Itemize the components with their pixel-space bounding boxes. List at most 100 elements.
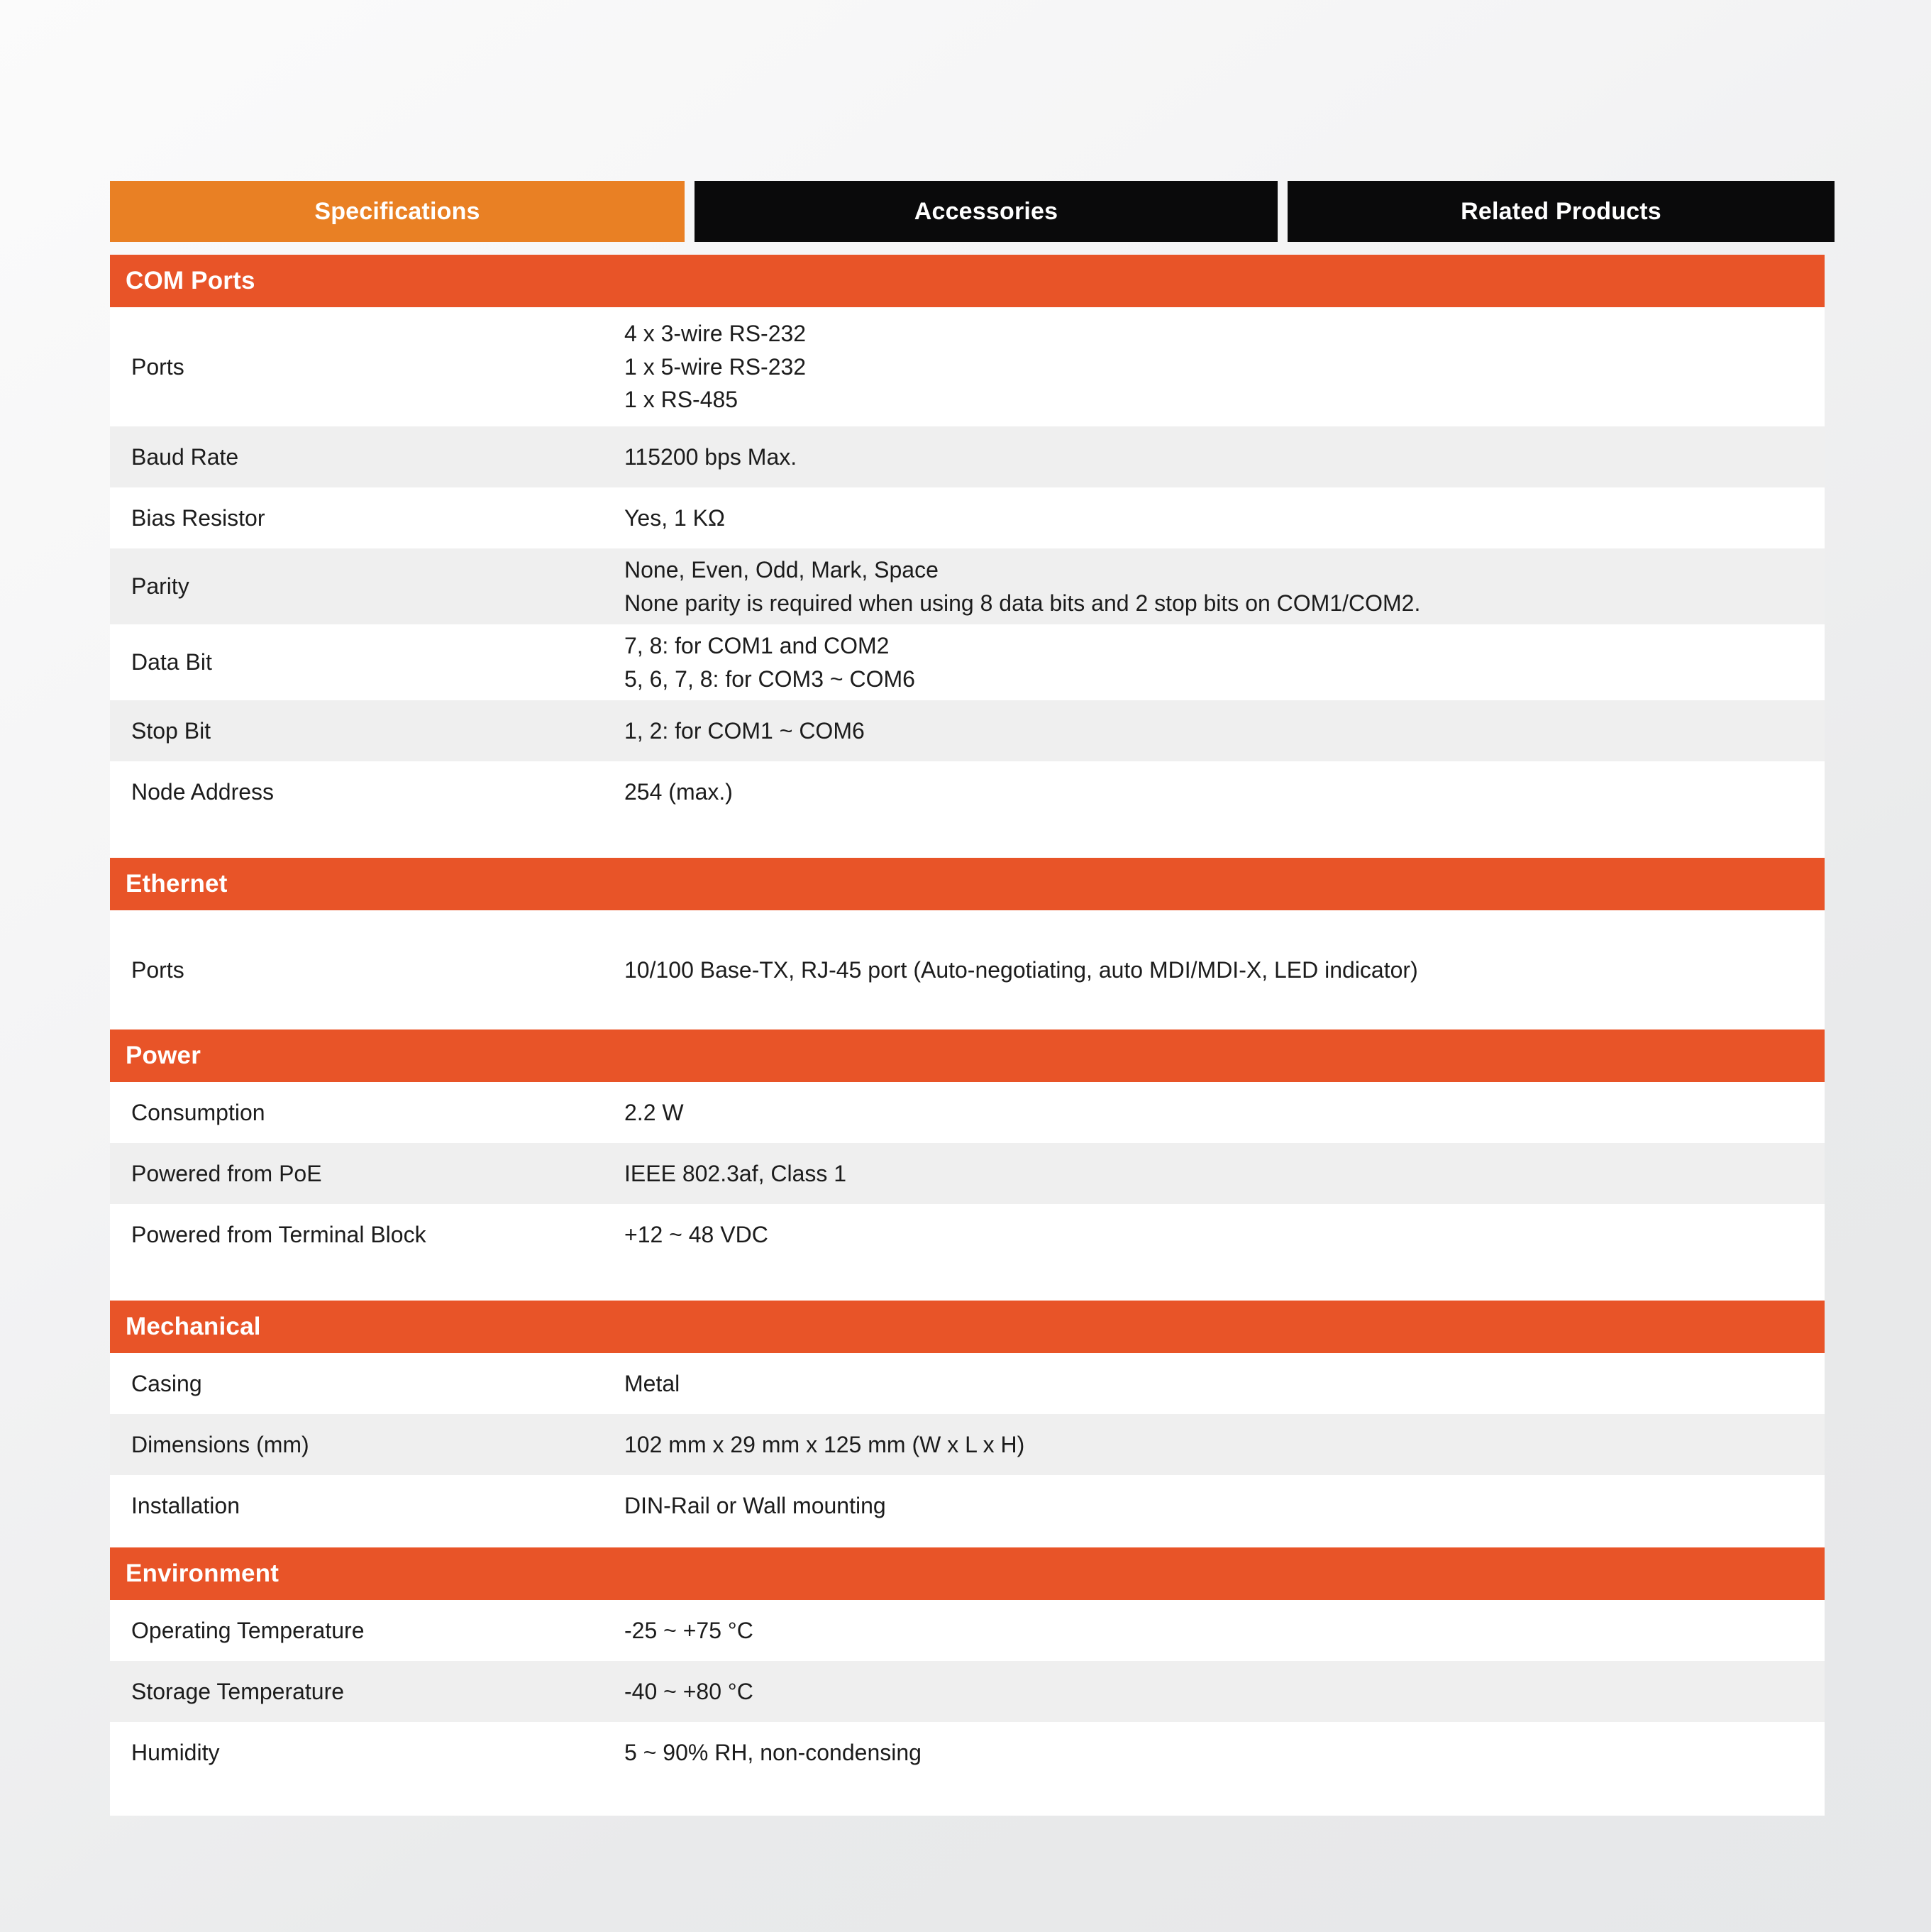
row-value-line: 5, 6, 7, 8: for COM3 ~ COM6: [624, 666, 915, 692]
row-label: Dimensions (mm): [131, 1431, 309, 1457]
row-value-line: 1 x RS-485: [624, 387, 738, 413]
section-title: Ethernet: [126, 870, 228, 898]
section-rows-environment: Operating Temperature -25 ~ +75 °C Stora…: [110, 1600, 1825, 1816]
row-value-line: 5 ~ 90% RH, non-condensing: [624, 1739, 922, 1765]
section-spacer: [110, 1265, 1825, 1301]
row-label: Consumption: [131, 1099, 265, 1125]
table-row: Humidity 5 ~ 90% RH, non-condensing: [110, 1722, 1825, 1783]
row-value-line: 4 x 3-wire RS-232: [624, 320, 807, 346]
row-value-line: -40 ~ +80 °C: [624, 1678, 753, 1704]
section-spacer: [110, 822, 1825, 858]
tab-accessories-label: Accessories: [914, 197, 1058, 225]
row-value-line: DIN-Rail or Wall mounting: [624, 1492, 886, 1518]
table-bottom-spacer: [110, 1783, 1825, 1816]
row-value: 4 x 3-wire RS-232 1 x 5-wire RS-232 1 x …: [624, 317, 1825, 416]
row-value: 2.2 W: [624, 1096, 1825, 1130]
table-row: Powered from Terminal Block +12 ~ 48 VDC: [110, 1204, 1825, 1265]
row-value-line: 7, 8: for COM1 and COM2: [624, 632, 890, 658]
row-value-line: Metal: [624, 1370, 680, 1396]
row-label: Storage Temperature: [131, 1678, 345, 1704]
row-label: Casing: [131, 1370, 202, 1396]
row-value-line: 2.2 W: [624, 1099, 684, 1125]
table-row: Operating Temperature -25 ~ +75 °C: [110, 1600, 1825, 1661]
row-label: Operating Temperature: [131, 1617, 365, 1643]
section-rows-power: Consumption 2.2 W Powered from PoE IEEE …: [110, 1082, 1825, 1265]
row-value-line: 1, 2: for COM1 ~ COM6: [624, 717, 865, 744]
table-row: Ports 4 x 3-wire RS-232 1 x 5-wire RS-23…: [110, 307, 1825, 426]
row-value-line: 1 x 5-wire RS-232: [624, 353, 807, 380]
specifications-table: COM Ports Ports 4 x 3-wire RS-232 1 x 5-…: [110, 255, 1825, 1816]
section-title: Environment: [126, 1560, 280, 1587]
row-value-line: -25 ~ +75 °C: [624, 1617, 753, 1643]
section-title: Mechanical: [126, 1313, 261, 1340]
row-value: DIN-Rail or Wall mounting: [624, 1489, 1825, 1523]
row-value-line: 254 (max.): [624, 778, 733, 805]
row-value-line: 115200 bps Max.: [624, 443, 797, 470]
row-label: Bias Resistor: [131, 504, 265, 531]
tab-accessories[interactable]: Accessories: [695, 181, 1278, 242]
row-label: Parity: [131, 573, 189, 600]
section-header-mechanical: Mechanical: [110, 1301, 1825, 1353]
section-title: Power: [126, 1042, 201, 1069]
row-label: Installation: [131, 1492, 240, 1518]
row-value: IEEE 802.3af, Class 1: [624, 1157, 1825, 1191]
row-value: 254 (max.): [624, 775, 1825, 809]
row-label: Ports: [131, 956, 184, 983]
row-value: 115200 bps Max.: [624, 441, 1825, 474]
tab-bar: Specifications Accessories Related Produ…: [110, 181, 1835, 242]
row-value-line: None parity is required when using 8 dat…: [624, 590, 1421, 616]
row-label: Baud Rate: [131, 443, 239, 470]
table-row: Powered from PoE IEEE 802.3af, Class 1: [110, 1143, 1825, 1204]
row-label: Stop Bit: [131, 717, 211, 744]
table-row: Baud Rate 115200 bps Max.: [110, 426, 1825, 487]
row-label: Humidity: [131, 1739, 220, 1765]
section-rows-com-ports: Ports 4 x 3-wire RS-232 1 x 5-wire RS-23…: [110, 307, 1825, 822]
tab-specifications[interactable]: Specifications: [110, 181, 685, 242]
row-value: -25 ~ +75 °C: [624, 1614, 1825, 1647]
table-row: Bias Resistor Yes, 1 KΩ: [110, 487, 1825, 548]
row-value: 102 mm x 29 mm x 125 mm (W x L x H): [624, 1428, 1825, 1462]
row-value: 1, 2: for COM1 ~ COM6: [624, 714, 1825, 748]
table-row: Installation DIN-Rail or Wall mounting: [110, 1475, 1825, 1536]
section-rows-ethernet: Ports 10/100 Base-TX, RJ-45 port (Auto-n…: [110, 910, 1825, 1030]
table-row: Casing Metal: [110, 1353, 1825, 1414]
table-row: Parity None, Even, Odd, Mark, Space None…: [110, 548, 1825, 624]
row-value-line: 102 mm x 29 mm x 125 mm (W x L x H): [624, 1431, 1025, 1457]
row-value-line: +12 ~ 48 VDC: [624, 1221, 768, 1247]
row-value-line: IEEE 802.3af, Class 1: [624, 1160, 847, 1186]
row-value-line: 10/100 Base-TX, RJ-45 port (Auto-negotia…: [624, 956, 1418, 983]
table-row: Ports 10/100 Base-TX, RJ-45 port (Auto-n…: [110, 910, 1825, 1030]
row-value: None, Even, Odd, Mark, Space None parity…: [624, 553, 1825, 619]
row-label: Ports: [131, 353, 184, 380]
tab-related-products-label: Related Products: [1461, 197, 1661, 225]
row-value: 10/100 Base-TX, RJ-45 port (Auto-negotia…: [624, 954, 1825, 987]
table-row: Data Bit 7, 8: for COM1 and COM2 5, 6, 7…: [110, 624, 1825, 700]
section-header-power: Power: [110, 1030, 1825, 1082]
row-label: Powered from PoE: [131, 1160, 322, 1186]
section-rows-mechanical: Casing Metal Dimensions (mm) 102 mm x 29…: [110, 1353, 1825, 1536]
table-row: Stop Bit 1, 2: for COM1 ~ COM6: [110, 700, 1825, 761]
product-spec-panel: Specifications Accessories Related Produ…: [110, 181, 1835, 1816]
section-spacer: [110, 1536, 1825, 1547]
table-row: Consumption 2.2 W: [110, 1082, 1825, 1143]
row-value: 5 ~ 90% RH, non-condensing: [624, 1736, 1825, 1770]
section-header-com-ports: COM Ports: [110, 255, 1825, 307]
table-row: Storage Temperature -40 ~ +80 °C: [110, 1661, 1825, 1722]
row-value: -40 ~ +80 °C: [624, 1675, 1825, 1709]
table-row: Node Address 254 (max.): [110, 761, 1825, 822]
row-value: Metal: [624, 1367, 1825, 1401]
row-label: Powered from Terminal Block: [131, 1221, 426, 1247]
tab-related-products[interactable]: Related Products: [1288, 181, 1835, 242]
row-value-line: None, Even, Odd, Mark, Space: [624, 556, 939, 583]
section-title: COM Ports: [126, 267, 255, 294]
row-value-line: Yes, 1 KΩ: [624, 504, 725, 531]
tab-specifications-label: Specifications: [314, 197, 480, 225]
row-value: Yes, 1 KΩ: [624, 502, 1825, 535]
row-label: Node Address: [131, 778, 275, 805]
table-row: Dimensions (mm) 102 mm x 29 mm x 125 mm …: [110, 1414, 1825, 1475]
row-label: Data Bit: [131, 649, 212, 675]
section-header-environment: Environment: [110, 1547, 1825, 1600]
row-value: 7, 8: for COM1 and COM2 5, 6, 7, 8: for …: [624, 629, 1825, 695]
row-value: +12 ~ 48 VDC: [624, 1218, 1825, 1252]
section-header-ethernet: Ethernet: [110, 858, 1825, 910]
